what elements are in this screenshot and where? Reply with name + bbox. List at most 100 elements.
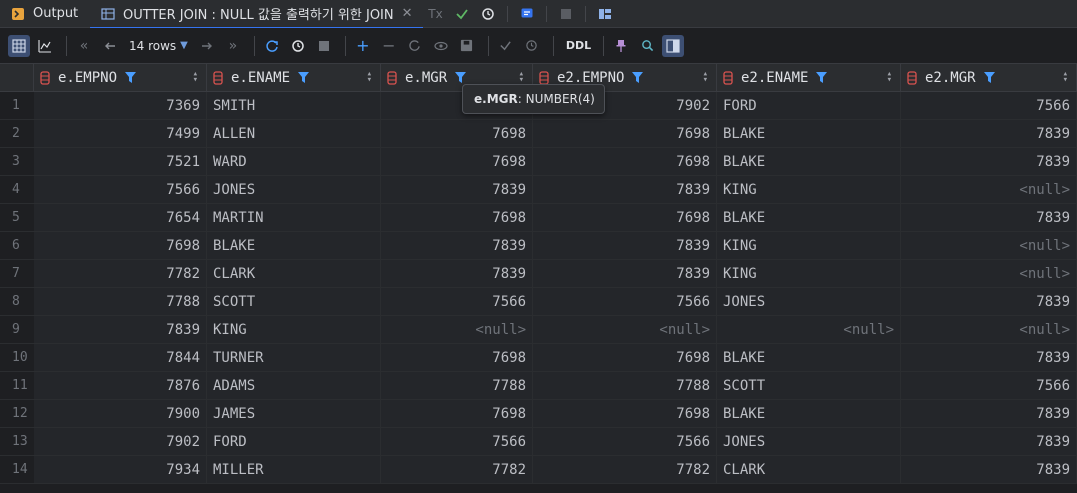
search-icon[interactable]	[636, 35, 658, 57]
table-cell[interactable]: 7839	[901, 288, 1077, 315]
table-cell[interactable]: 7566	[34, 176, 207, 203]
column-header-e-empno[interactable]: e.EMPNO ▴ ▾	[34, 64, 207, 92]
table-cell[interactable]: CLARK	[717, 456, 901, 483]
tx-label[interactable]: Tx	[423, 0, 449, 28]
table-cell[interactable]: BLAKE	[717, 120, 901, 147]
table-cell[interactable]: 7839	[901, 456, 1077, 483]
table-cell[interactable]: JONES	[717, 288, 901, 315]
revert-icon[interactable]	[404, 35, 426, 57]
table-cell[interactable]: 7839	[533, 260, 717, 287]
first-page-icon[interactable]: «	[73, 35, 95, 57]
table-cell[interactable]: 7839	[901, 344, 1077, 371]
table-cell[interactable]: SCOTT	[207, 288, 381, 315]
sort-icon[interactable]: ▴ ▾	[887, 70, 892, 85]
table-cell[interactable]: <null>	[381, 316, 533, 343]
table-row[interactable]: 9 7839 KING <null> <null> <null> <null>	[0, 316, 1077, 344]
commit-icon[interactable]	[449, 0, 475, 28]
table-cell[interactable]: 7839	[901, 204, 1077, 231]
table-cell[interactable]: 7839	[381, 176, 533, 203]
filter-icon[interactable]	[816, 72, 828, 84]
tab-query-result[interactable]: OUTTER JOIN : NULL 값을 출력하기 위한 JOIN ✕	[90, 0, 423, 29]
undo-history-icon[interactable]	[521, 35, 543, 57]
table-row[interactable]: 2 7499 ALLEN 7698 7698 BLAKE 7839	[0, 120, 1077, 148]
table-cell[interactable]: 7839	[34, 316, 207, 343]
column-header-e2-ename[interactable]: e2.ENAME ▴ ▾	[717, 64, 901, 92]
submit-check-icon[interactable]	[495, 35, 517, 57]
layout-icon[interactable]	[592, 0, 618, 28]
column-header-e2-mgr[interactable]: e2.MGR ▴ ▾	[901, 64, 1077, 92]
table-cell[interactable]: 7839	[533, 176, 717, 203]
table-cell[interactable]: JONES	[717, 428, 901, 455]
table-cell[interactable]: 7566	[381, 288, 533, 315]
filter-icon[interactable]	[298, 72, 310, 84]
table-cell[interactable]: 7521	[34, 148, 207, 175]
table-cell[interactable]: 7698	[381, 120, 533, 147]
table-cell[interactable]: 7839	[533, 232, 717, 259]
table-cell[interactable]: TURNER	[207, 344, 381, 371]
table-cell[interactable]: 7839	[901, 400, 1077, 427]
table-cell[interactable]: <null>	[717, 316, 901, 343]
table-cell[interactable]: BLAKE	[717, 344, 901, 371]
table-cell[interactable]: JONES	[207, 176, 381, 203]
sort-icon[interactable]: ▴ ▾	[1063, 70, 1068, 85]
previous-page-icon[interactable]	[99, 35, 121, 57]
table-row[interactable]: 13 7902 FORD 7566 7566 JONES 7839	[0, 428, 1077, 456]
table-cell[interactable]: 7839	[901, 428, 1077, 455]
table-cell[interactable]: 7782	[381, 456, 533, 483]
refresh-icon[interactable]	[261, 35, 283, 57]
table-row[interactable]: 6 7698 BLAKE 7839 7839 KING <null>	[0, 232, 1077, 260]
history-icon[interactable]	[287, 35, 309, 57]
table-row[interactable]: 4 7566 JONES 7839 7839 KING <null>	[0, 176, 1077, 204]
table-cell[interactable]: MILLER	[207, 456, 381, 483]
chart-view-icon[interactable]	[34, 35, 56, 57]
table-cell[interactable]: SCOTT	[717, 372, 901, 399]
table-cell[interactable]: 7698	[381, 148, 533, 175]
table-cell[interactable]: 7566	[381, 428, 533, 455]
table-cell[interactable]: 7839	[901, 148, 1077, 175]
table-cell[interactable]: 7698	[533, 204, 717, 231]
table-cell[interactable]: ADAMS	[207, 372, 381, 399]
table-cell[interactable]: CLARK	[207, 260, 381, 287]
table-cell[interactable]: 7788	[533, 372, 717, 399]
table-cell[interactable]: 7698	[533, 120, 717, 147]
table-cell[interactable]: 7698	[381, 204, 533, 231]
table-cell[interactable]: 7698	[533, 400, 717, 427]
table-cell[interactable]: 7782	[34, 260, 207, 287]
table-cell[interactable]: 7698	[381, 344, 533, 371]
table-cell[interactable]: 7788	[381, 372, 533, 399]
table-cell[interactable]: 7900	[34, 400, 207, 427]
table-cell[interactable]: 7839	[381, 260, 533, 287]
table-cell[interactable]: <null>	[901, 260, 1077, 287]
table-row[interactable]: 10 7844 TURNER 7698 7698 BLAKE 7839	[0, 344, 1077, 372]
table-cell[interactable]: <null>	[901, 316, 1077, 343]
table-cell[interactable]: BLAKE	[717, 400, 901, 427]
table-cell[interactable]: 7782	[533, 456, 717, 483]
tab-output[interactable]: Output	[0, 0, 90, 28]
sort-icon[interactable]: ▴ ▾	[367, 70, 372, 85]
table-cell[interactable]: BLAKE	[717, 204, 901, 231]
table-cell[interactable]: WARD	[207, 148, 381, 175]
table-row[interactable]: 14 7934 MILLER 7782 7782 CLARK 7839	[0, 456, 1077, 484]
table-cell[interactable]: KING	[207, 316, 381, 343]
table-cell[interactable]: 7698	[533, 344, 717, 371]
table-cell[interactable]: ALLEN	[207, 120, 381, 147]
table-cell[interactable]: 7698	[533, 148, 717, 175]
table-row[interactable]: 5 7654 MARTIN 7698 7698 BLAKE 7839	[0, 204, 1077, 232]
table-cell[interactable]: 7566	[901, 92, 1077, 119]
table-cell[interactable]: 7566	[901, 372, 1077, 399]
table-cell[interactable]: KING	[717, 176, 901, 203]
pin-icon[interactable]	[610, 35, 632, 57]
table-cell[interactable]: 7698	[34, 232, 207, 259]
table-cell[interactable]: BLAKE	[717, 148, 901, 175]
value-panel-icon[interactable]	[662, 34, 685, 57]
filter-icon[interactable]	[632, 72, 644, 84]
rollback-icon[interactable]	[475, 0, 501, 28]
comment-icon[interactable]	[514, 0, 540, 28]
table-cell[interactable]: <null>	[533, 316, 717, 343]
table-cell[interactable]: 7499	[34, 120, 207, 147]
table-cell[interactable]: 7902	[34, 428, 207, 455]
table-cell[interactable]: 7844	[34, 344, 207, 371]
sort-icon[interactable]: ▴ ▾	[193, 70, 198, 85]
table-row[interactable]: 12 7900 JAMES 7698 7698 BLAKE 7839	[0, 400, 1077, 428]
filter-icon[interactable]	[455, 72, 467, 84]
